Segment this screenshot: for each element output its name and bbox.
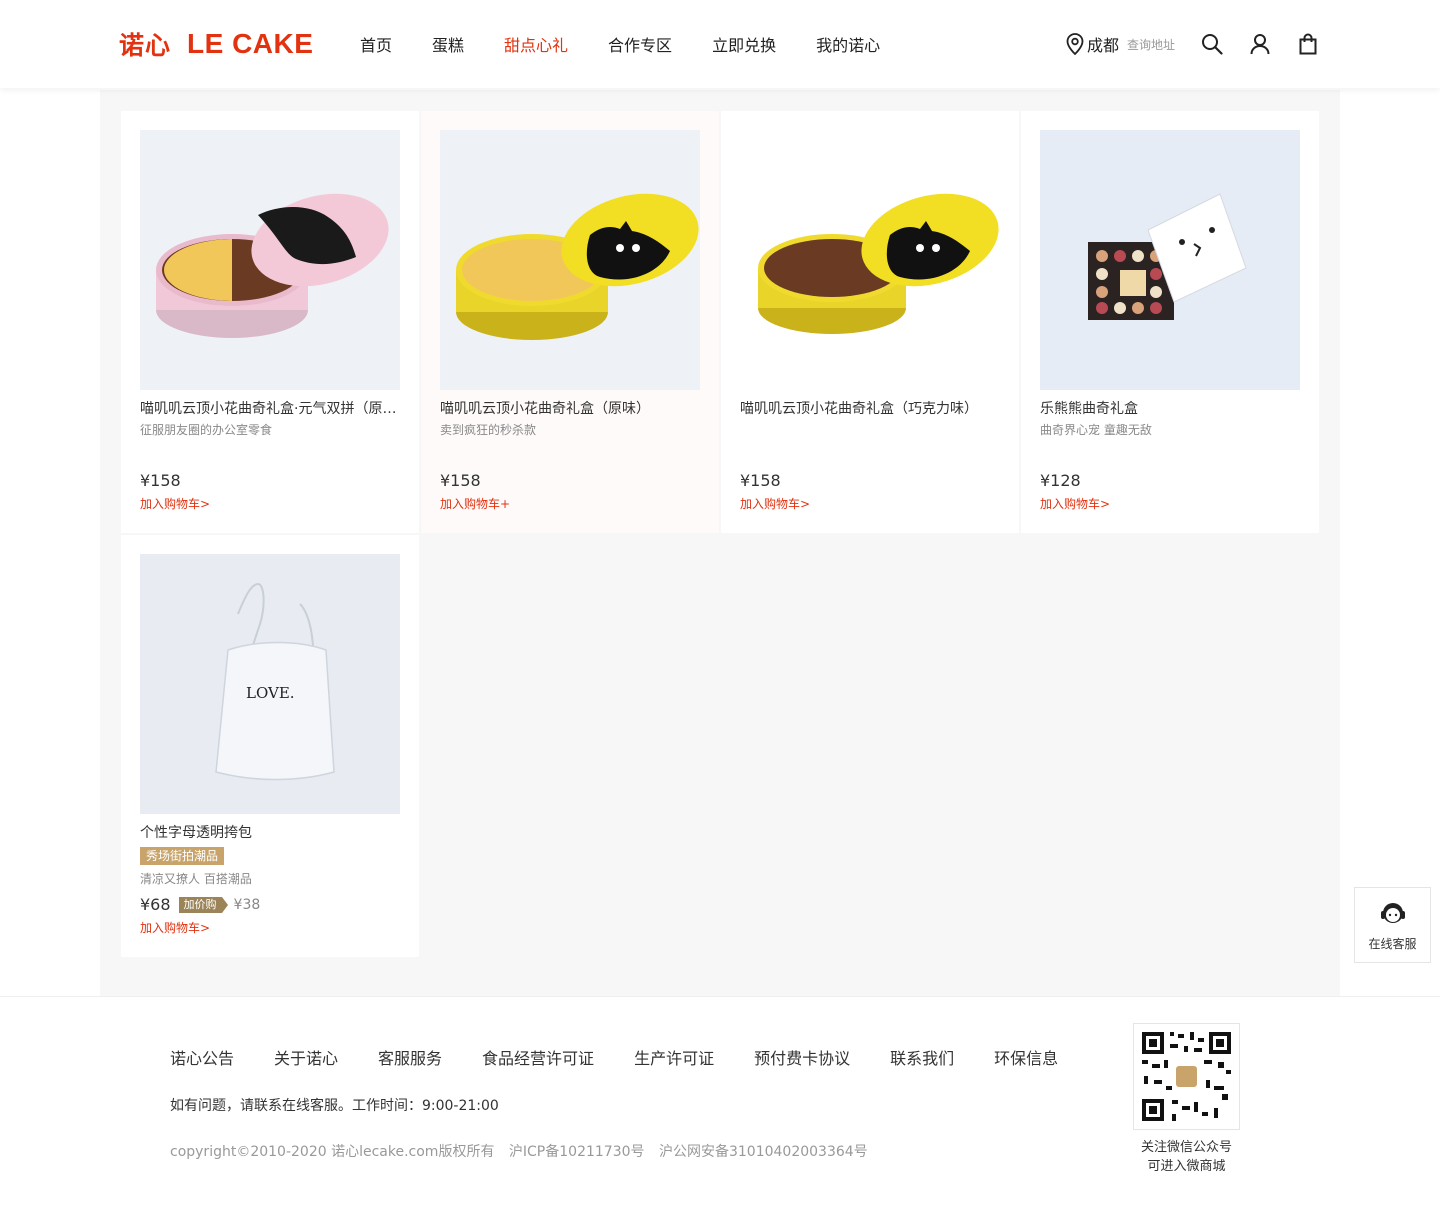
footer-link-customer-service[interactable]: 客服服务 xyxy=(378,1045,442,1069)
icp-link[interactable]: 沪ICP备10211730号 xyxy=(509,1144,645,1160)
price-value: ¥68 xyxy=(140,895,171,914)
product-name[interactable]: 喵叽叽云顶小花曲奇礼盒（巧克力味） xyxy=(740,398,1002,418)
nav-item-home[interactable]: 首页 xyxy=(360,32,392,56)
qr-caption: 关注微信公众号 可进入微商城 xyxy=(1120,1138,1253,1176)
main-nav: 首页 蛋糕 甜点心礼 合作专区 立即兑换 我的诺心 xyxy=(360,32,920,56)
product-name[interactable]: 乐熊熊曲奇礼盒 xyxy=(1040,398,1302,418)
product-card[interactable]: LOVE. 个性字母透明挎包 秀场街拍潮品 清凉又撩人 百搭潮品 ¥68 加价购… xyxy=(121,535,419,957)
product-name[interactable]: 喵叽叽云顶小花曲奇礼盒（原味） xyxy=(440,398,702,418)
footer-link-production-license[interactable]: 生产许可证 xyxy=(634,1045,714,1069)
product-tag: 秀场街拍潮品 xyxy=(140,847,225,865)
site-header: 诺心 LE CAKE 首页 蛋糕 甜点心礼 合作专区 立即兑换 我的诺心 成都 … xyxy=(0,0,1440,88)
logo-en: LE CAKE xyxy=(187,28,314,59)
footer-link-food-license[interactable]: 食品经营许可证 xyxy=(482,1045,594,1069)
nav-item-redeem[interactable]: 立即兑换 xyxy=(712,32,776,56)
price-value: ¥158 xyxy=(140,471,181,490)
qr-caption-line2: 可进入微商城 xyxy=(1147,1159,1226,1174)
qr-caption-line1: 关注微信公众号 xyxy=(1140,1140,1232,1155)
product-card[interactable]: 喵叽叽云顶小花曲奇礼盒·元气双拼（原味+巧克力味） 征服朋友圈的办公室零食 ¥1… xyxy=(121,111,419,533)
logo-cn: 诺心 xyxy=(119,32,172,60)
product-image[interactable] xyxy=(1040,130,1300,390)
footer-link-announcement[interactable]: 诺心公告 xyxy=(170,1045,234,1069)
price-value: ¥158 xyxy=(440,471,481,490)
nav-item-cooperation[interactable]: 合作专区 xyxy=(608,32,672,56)
footer-copyright: copyright©2010-2020 诺心lecake.com版权所有 沪IC… xyxy=(170,1141,878,1161)
price-value: ¥158 xyxy=(740,471,781,490)
product-card[interactable]: 乐熊熊曲奇礼盒 曲奇界心宠 童趣无敌 ¥128 加入购物车> xyxy=(1021,111,1319,533)
header-tools: 成都 查询地址 xyxy=(1066,32,1319,56)
add-to-cart-link[interactable]: 加入购物车+ xyxy=(440,495,510,512)
add-to-cart-link[interactable]: 加入购物车> xyxy=(140,495,210,512)
police-record-link[interactable]: 沪公网安备31010402003364号 xyxy=(659,1144,868,1160)
footer-link-prepaid-card-agreement[interactable]: 预付费卡协议 xyxy=(754,1045,850,1069)
address-lookup-link[interactable]: 查询地址 xyxy=(1127,36,1175,53)
wechat-qr-code xyxy=(1133,1023,1240,1130)
location-icon[interactable] xyxy=(1066,33,1084,56)
product-price: ¥158 xyxy=(440,471,481,490)
product-card[interactable]: 喵叽叽云顶小花曲奇礼盒（巧克力味） ¥158 加入购物车> xyxy=(721,111,1019,533)
logo[interactable]: 诺心 LE CAKE xyxy=(119,28,313,60)
addon-badge: 加价购 xyxy=(178,896,228,913)
headset-icon xyxy=(1378,899,1408,931)
qr-code-icon xyxy=(1134,1024,1239,1129)
add-to-cart-link[interactable]: 加入购物车> xyxy=(740,495,810,512)
add-to-cart-link[interactable]: 加入购物车> xyxy=(1040,495,1110,512)
city-selector[interactable]: 成都 xyxy=(1087,32,1119,56)
price-value: ¥128 xyxy=(1040,471,1081,490)
footer-contact-info: 如有问题，请联系在线客服。工作时间：9:00-21:00 xyxy=(170,1098,499,1114)
product-desc: 清凉又撩人 百搭潮品 xyxy=(140,872,252,886)
product-price: ¥158 xyxy=(740,471,781,490)
product-desc: 曲奇界心宠 童趣无敌 xyxy=(1040,423,1152,437)
product-image[interactable]: LOVE. xyxy=(140,554,400,814)
product-name[interactable]: 喵叽叽云顶小花曲奇礼盒·元气双拼（原味+巧克力味） xyxy=(140,398,402,418)
site-footer: 诺心公告 关于诺心 客服服务 食品经营许可证 生产许可证 预付费卡协议 联系我们… xyxy=(0,996,1440,1209)
product-price: ¥68 加价购 ¥38 xyxy=(140,895,260,914)
product-price: ¥128 xyxy=(1040,471,1081,490)
user-icon[interactable] xyxy=(1249,33,1271,55)
online-service-label: 在线客服 xyxy=(1368,936,1417,951)
product-price: ¥158 xyxy=(140,471,181,490)
add-to-cart-link[interactable]: 加入购物车> xyxy=(140,919,210,936)
nav-item-my-account[interactable]: 我的诺心 xyxy=(816,32,880,56)
search-icon[interactable] xyxy=(1201,33,1223,55)
copyright-text: copyright©2010-2020 诺心lecake.com版权所有 xyxy=(170,1144,495,1160)
nav-item-desserts-gifts[interactable]: 甜点心礼 xyxy=(504,32,568,56)
product-image[interactable] xyxy=(740,130,1000,390)
bag-icon[interactable] xyxy=(1297,33,1319,55)
product-image[interactable] xyxy=(140,130,400,390)
footer-links: 诺心公告 关于诺心 客服服务 食品经营许可证 生产许可证 预付费卡协议 联系我们… xyxy=(170,1045,1098,1069)
product-card[interactable]: 喵叽叽云顶小花曲奇礼盒（原味） 卖到疯狂的秒杀款 ¥158 加入购物车+ xyxy=(421,111,719,533)
footer-link-environment[interactable]: 环保信息 xyxy=(994,1045,1058,1069)
nav-item-cakes[interactable]: 蛋糕 xyxy=(432,32,464,56)
footer-link-about[interactable]: 关于诺心 xyxy=(274,1045,338,1069)
footer-link-contact[interactable]: 联系我们 xyxy=(890,1045,954,1069)
product-desc: 征服朋友圈的办公室零食 xyxy=(140,423,273,437)
bag-print-text: LOVE. xyxy=(246,684,295,702)
online-service-button[interactable]: 在线客服 xyxy=(1354,887,1431,963)
product-image[interactable] xyxy=(440,130,700,390)
product-name[interactable]: 个性字母透明挎包 xyxy=(140,822,402,842)
addon-price: ¥38 xyxy=(233,896,261,913)
product-desc: 卖到疯狂的秒杀款 xyxy=(440,423,537,437)
